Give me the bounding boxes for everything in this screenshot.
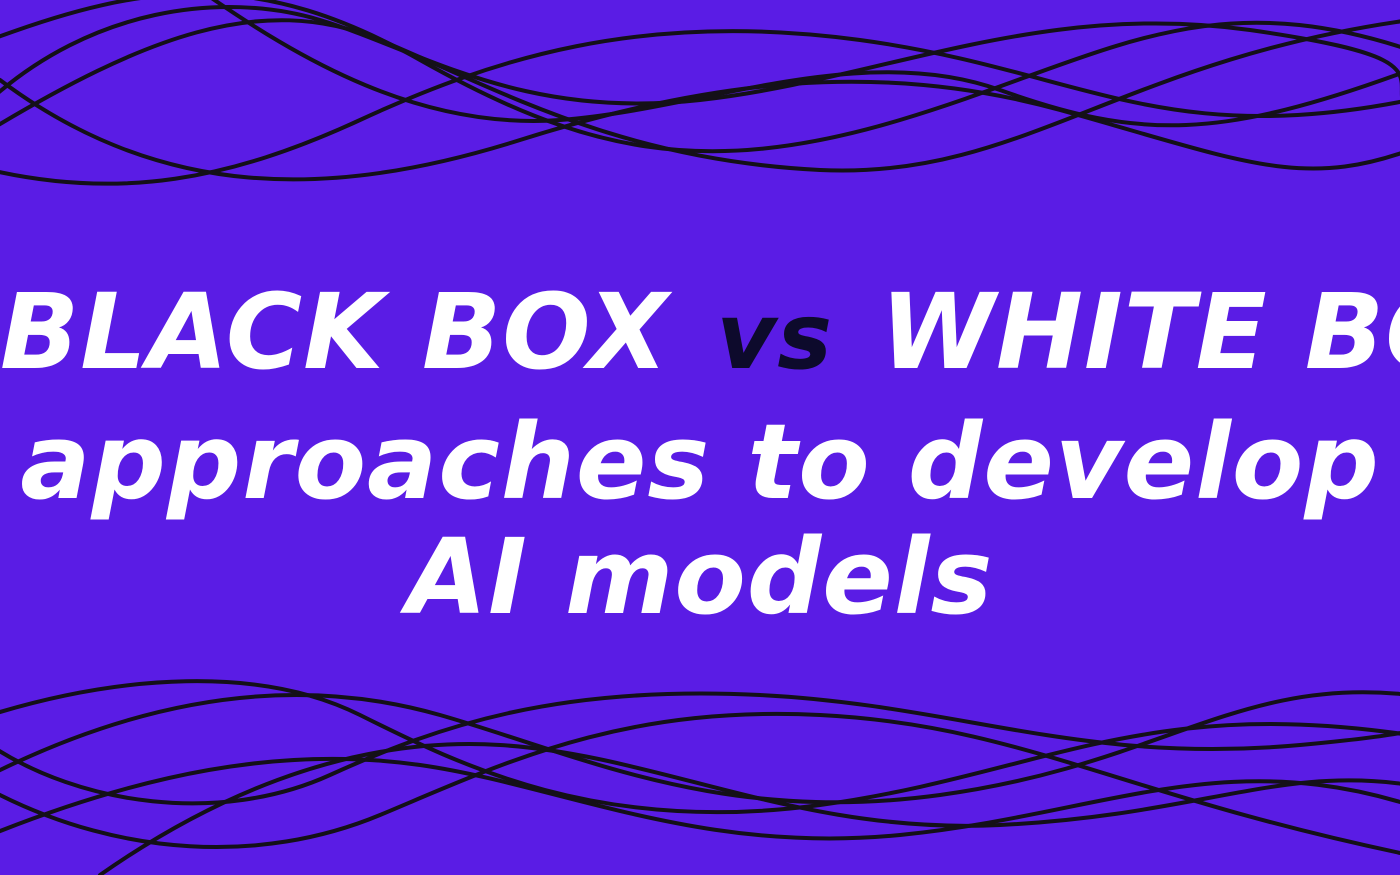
headline-white-box: WHITE BOX bbox=[880, 271, 1400, 393]
headline-line-1: BLACK BOX vs WHITE BOX bbox=[0, 280, 1400, 384]
banner-canvas: BLACK BOX vs WHITE BOX approaches to dev… bbox=[0, 0, 1400, 875]
bottom-wave-lines bbox=[0, 679, 1400, 875]
headline-black-box: BLACK BOX bbox=[0, 271, 670, 393]
headline-line-2: approaches to develop bbox=[20, 401, 1380, 523]
top-wave-lines bbox=[0, 0, 1400, 186]
headline-vs: vs bbox=[716, 283, 834, 390]
headline-line-3: AI models bbox=[406, 516, 994, 638]
